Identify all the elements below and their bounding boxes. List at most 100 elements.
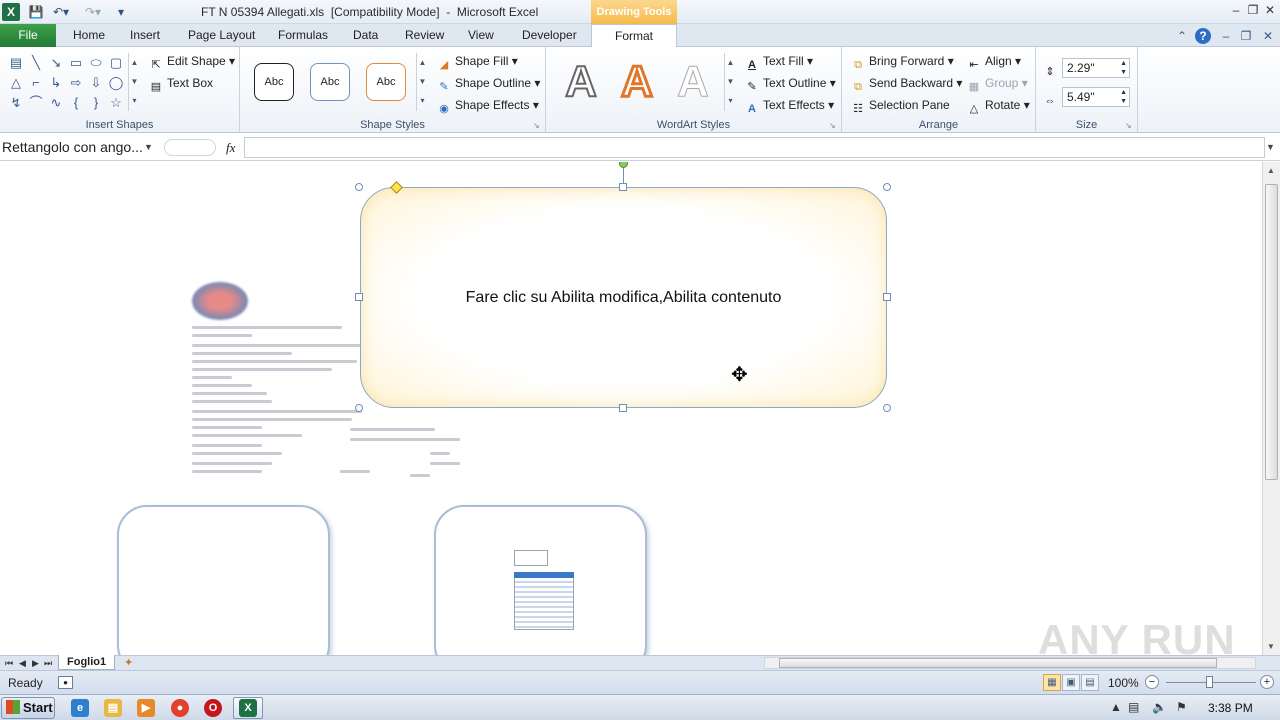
size-launcher-icon[interactable]: ↘ [1125, 121, 1134, 130]
wordart-style-orange[interactable]: A [612, 56, 662, 108]
shape-width-field[interactable]: 5.49" ▲ ▼ [1062, 87, 1130, 107]
opera-icon[interactable]: O [204, 699, 222, 717]
prev-sheet-icon[interactable]: ◀ [19, 656, 26, 670]
resize-handle-right[interactable] [883, 293, 891, 301]
edit-shape-button[interactable]: ⇱ Edit Shape ▾ [148, 51, 235, 71]
redo-icon[interactable]: ↷▾ [82, 3, 104, 21]
height-spinner-icon[interactable]: ▲ ▼ [1120, 59, 1127, 77]
expand-formula-bar-icon[interactable]: ▼ [1266, 137, 1278, 158]
zoom-level[interactable]: 100% [1108, 676, 1139, 690]
formula-input[interactable] [244, 137, 1265, 158]
align-button[interactable]: ⇤ Align ▾ [966, 51, 1021, 71]
elbow-arrow-icon[interactable]: ↳ [46, 73, 66, 93]
worksheet-canvas[interactable]: Fare clic su Abilita modifica,Abilita co… [0, 162, 1262, 655]
zoom-in-icon[interactable]: + [1260, 675, 1274, 689]
tab-review[interactable]: Review [405, 24, 444, 47]
oval-shape-icon[interactable]: ⬭ [86, 53, 106, 73]
insert-function-icon[interactable]: fx [226, 137, 235, 158]
tab-view[interactable]: View [468, 24, 494, 47]
media-player-icon[interactable]: ▶ [137, 699, 155, 717]
resize-handle-top-right[interactable] [883, 183, 891, 191]
right-brace-shape-icon[interactable]: } [86, 93, 106, 113]
right-arrow-shape-icon[interactable]: ⇨ [66, 73, 86, 93]
wordart-style-gray[interactable]: A [556, 56, 606, 107]
resize-handle-bottom-right[interactable] [883, 404, 891, 412]
undo-icon[interactable]: ↶▾ [50, 3, 72, 21]
send-backward-button[interactable]: ⧉ Send Backward ▾ [850, 73, 962, 93]
tab-insert[interactable]: Insert [130, 24, 160, 47]
selected-rounded-rectangle[interactable]: Fare clic su Abilita modifica,Abilita co… [360, 187, 887, 408]
left-brace-shape-icon[interactable]: { [66, 93, 86, 113]
next-sheet-icon[interactable]: ▶ [32, 656, 39, 670]
scroll-up-icon[interactable]: ▲ [1267, 166, 1275, 175]
shape-styles-launcher-icon[interactable]: ↘ [533, 121, 542, 130]
horizontal-scroll-thumb[interactable] [779, 658, 1217, 668]
minimize-icon[interactable]: – [1228, 2, 1244, 18]
sheet-tab-foglio1[interactable]: Foglio1 [58, 655, 116, 670]
resize-handle-top-left[interactable] [355, 183, 363, 191]
tab-developer[interactable]: Developer [522, 24, 577, 47]
wordart-styles-launcher-icon[interactable]: ↘ [829, 121, 838, 130]
shape-styles-scroll[interactable]: ▲ ▼ ▾ [416, 53, 428, 111]
rotate-button[interactable]: △ Rotate ▾ [966, 95, 1030, 115]
curve-shape-icon[interactable]: ∿ [46, 93, 66, 113]
tab-home[interactable]: Home [73, 24, 105, 47]
show-hidden-icons-icon[interactable]: ▲ [1110, 700, 1122, 714]
width-spinner-icon[interactable]: ▲ ▼ [1120, 88, 1127, 106]
shape-style-dark[interactable]: Abc [254, 63, 294, 101]
rectangle-shape-icon[interactable]: ▭ [66, 53, 86, 73]
shapes-gallery-scroll[interactable]: ▲ ▼ ▾ [128, 53, 140, 111]
macro-record-icon[interactable]: ● [58, 676, 73, 689]
resize-handle-left[interactable] [355, 293, 363, 301]
star-shape-icon[interactable]: ☆ [106, 93, 126, 113]
group-button[interactable]: ▦ Group ▾ [966, 73, 1028, 93]
workbook-restore-icon[interactable]: ❐ [1238, 28, 1254, 44]
bring-forward-button[interactable]: ⧉ Bring Forward ▾ [850, 51, 954, 71]
minimize-ribbon-icon[interactable]: ⌃ [1174, 28, 1190, 44]
text-box-button[interactable]: ▤ Text Box [148, 73, 213, 93]
customize-qat-icon[interactable]: ▾ [115, 3, 127, 21]
shape-style-orange[interactable]: Abc [366, 63, 406, 101]
text-outline-button[interactable]: ✎ Text Outline ▾ [744, 73, 835, 93]
shape-text[interactable]: Fare clic su Abilita modifica,Abilita co… [361, 289, 886, 307]
start-button[interactable]: Start [1, 697, 55, 719]
action-center-flag-icon[interactable]: ⚑ [1176, 700, 1187, 714]
freeform-shape-icon[interactable]: ◯ [106, 73, 126, 93]
volume-icon[interactable]: 🔈 [1152, 700, 1167, 714]
help-icon[interactable]: ? [1195, 28, 1211, 44]
rotation-handle[interactable] [619, 162, 628, 168]
name-box-dropdown-icon[interactable]: ▼ [144, 137, 153, 158]
curve-connector-icon[interactable]: ↯ [6, 93, 26, 113]
page-break-view-icon[interactable]: ▤ [1081, 674, 1099, 691]
triangle-shape-icon[interactable]: △ [6, 73, 26, 93]
text-effects-button[interactable]: A Text Effects ▾ [744, 95, 834, 115]
textbox-shape-icon[interactable]: ▤ [6, 53, 26, 73]
network-icon[interactable]: ▤ [1128, 700, 1139, 714]
arrow-line-shape-icon[interactable]: ↘ [46, 53, 66, 73]
tab-file[interactable]: File [0, 24, 56, 47]
arc-shape-icon[interactable]: ⌒ [26, 93, 46, 113]
shape-effects-button[interactable]: ◉ Shape Effects ▾ [436, 95, 539, 115]
workbook-minimize-icon[interactable]: – [1218, 28, 1234, 44]
shape-fill-button[interactable]: ◢ Shape Fill ▾ [436, 51, 518, 71]
line-shape-icon[interactable]: ╲ [26, 53, 46, 73]
selection-pane-button[interactable]: ☷ Selection Pane [850, 95, 950, 115]
resize-handle-bottom-left[interactable] [355, 404, 363, 412]
resize-handle-top[interactable] [619, 183, 627, 191]
wordart-style-light[interactable]: A [668, 57, 718, 107]
elbow-connector-icon[interactable]: ⌐ [26, 73, 46, 93]
resize-handle-bottom[interactable] [619, 404, 627, 412]
save-icon[interactable]: 💾 [28, 3, 44, 21]
zoom-slider-thumb[interactable] [1206, 676, 1213, 688]
workbook-close-icon[interactable]: ✕ [1260, 28, 1276, 44]
excel-logo-icon[interactable]: X [2, 3, 20, 21]
rounded-card-left[interactable] [117, 505, 330, 655]
close-icon[interactable]: ✕ [1262, 2, 1278, 18]
shape-style-blue[interactable]: Abc [310, 63, 350, 101]
vertical-scrollbar[interactable]: ▲ ▼ [1262, 162, 1280, 655]
vertical-scroll-thumb[interactable] [1265, 184, 1278, 480]
internet-explorer-icon[interactable]: e [71, 699, 89, 717]
last-sheet-icon[interactable]: ⏭ [44, 656, 52, 670]
document-thumbnail-image[interactable] [514, 550, 574, 632]
first-sheet-icon[interactable]: ⏮ [5, 656, 13, 670]
